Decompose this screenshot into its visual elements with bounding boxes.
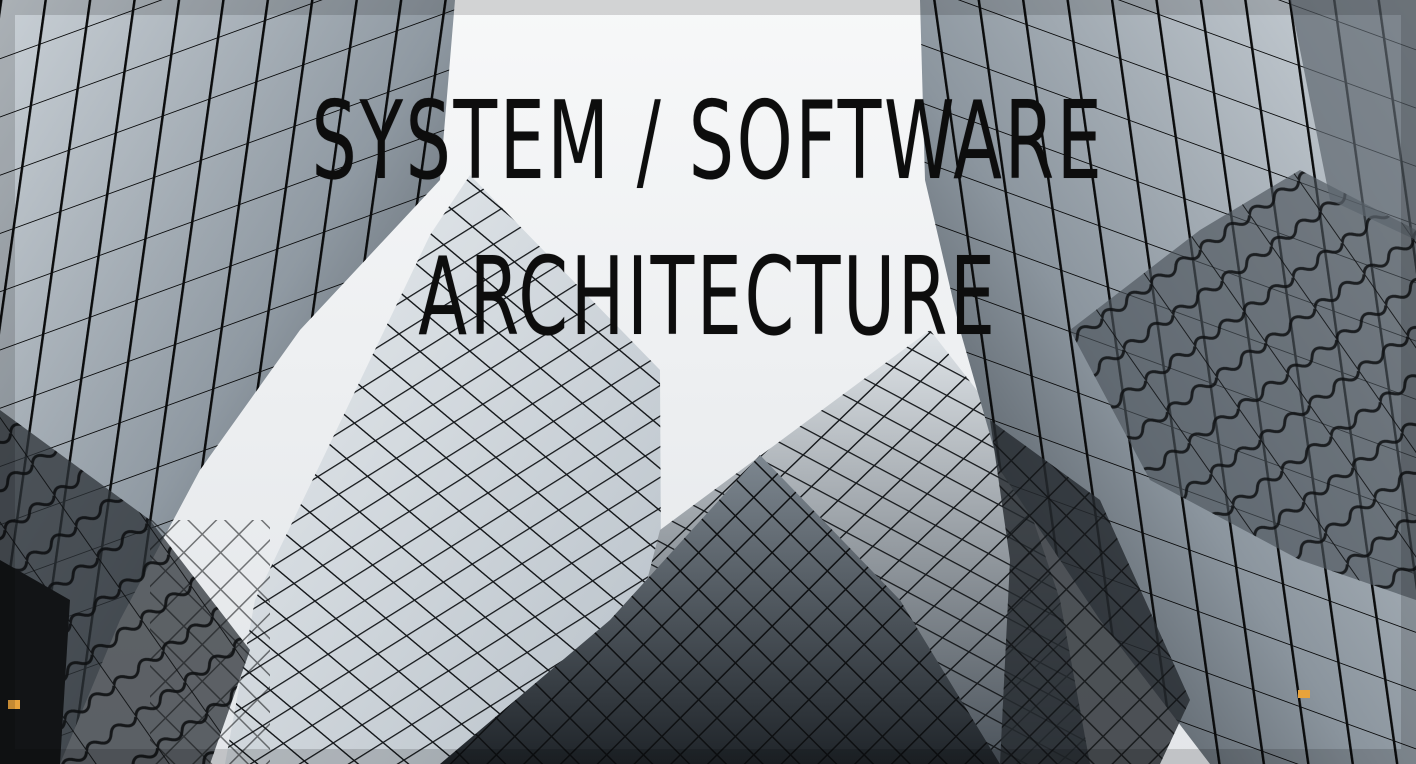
cover-image: SYSTEM / SOFTWARE ARCHITECTURE [0, 0, 1416, 764]
cover-title-line-2: ARCHITECTURE [418, 235, 998, 360]
lit-window [1298, 690, 1310, 698]
cover-title-line-1: SYSTEM / SOFTWARE [311, 79, 1105, 204]
